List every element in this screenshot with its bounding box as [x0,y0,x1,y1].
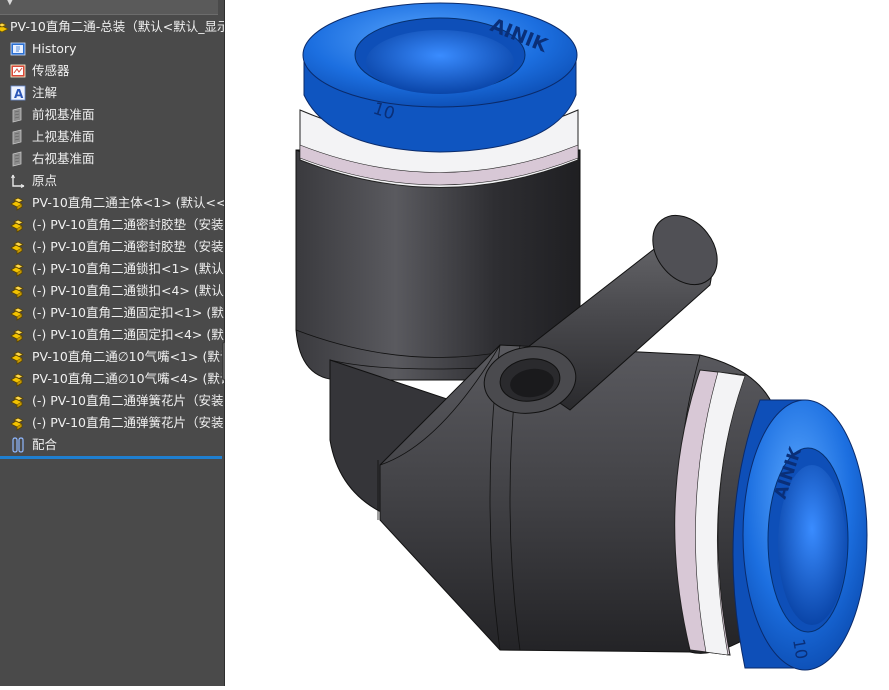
assembly-icon [0,22,9,33]
tree-item-label: (-) PV-10直角二通密封胶垫（安装后<1>） [32,217,224,232]
tree-item-label: (-) PV-10直角二通固定扣<1> (默认<<默认>_显示状态 1>) [32,305,224,320]
tree-item[interactable]: 传感器 [0,60,224,82]
tree-item[interactable]: PV-10直角二通∅10气嘴<1> (默认<<默认>_显示状态 1>) [0,346,224,368]
tree-item-label: PV-10直角二通-总装（默认<默认_显示状态-1>） [10,19,224,34]
chevron-down-icon[interactable]: ▼ [6,0,14,7]
tree-item[interactable]: History [0,38,224,60]
tree-item[interactable]: (-) PV-10直角二通锁扣<1> (默认<<默认>_显示状态 1>) [0,258,224,280]
mates-icon [12,437,24,453]
elbow-fitting-3d-model: AINIK 10 AINIK 10 [295,2,868,671]
tree-item[interactable]: (-) PV-10直角二通弹簧花片（安装后<1>） [0,390,224,412]
tree-item-label: (-) PV-10直角二通弹簧花片（安装后<1>） [32,393,224,408]
tree-item-label: 前视基准面 [32,107,95,122]
tree-item-label: 上视基准面 [32,129,95,144]
tree-item-label: (-) PV-10直角二通密封胶垫（安装后<2>） [32,239,224,254]
tree-item-label: 配合 [32,437,58,452]
part-icon [10,351,24,365]
tree-item-label: 传感器 [32,63,70,78]
tree-item[interactable]: (-) PV-10直角二通密封胶垫（安装后<2>） [0,236,224,258]
tree-item-label: 注解 [32,85,58,100]
tree-item[interactable]: 前视基准面 [0,104,224,126]
tree-item[interactable]: A 注解 [0,82,224,104]
part-icon [10,219,24,233]
feature-manager-tree-panel: ▼ PV-10直角二通-总装（默认<默认_显示状态-1>） History 传感器… [0,0,225,686]
tree-item-label: PV-10直角二通∅10气嘴<4> (默认<<默认>_显示状态 1>) [32,371,224,386]
tree-item[interactable]: 右视基准面 [0,148,224,170]
tree-item[interactable]: PV-10直角二通主体<1> (默认<<默认>_显示状态 1>) [0,192,224,214]
top-collet: AINIK 10 [302,2,578,153]
svg-text:A: A [14,87,24,101]
part-icon [10,197,24,211]
tree-item-root-assembly[interactable]: PV-10直角二通-总装（默认<默认_显示状态-1>） [0,16,224,38]
tree-item-label: History [32,41,77,56]
tree-item-label: (-) PV-10直角二通锁扣<4> (默认<<默认>_显示状态 1>) [32,283,224,298]
tree-item-label: (-) PV-10直角二通固定扣<4> (默认<<默认>_显示状态 1>) [32,327,224,342]
tree-item-label: PV-10直角二通∅10气嘴<1> (默认<<默认>_显示状态 1>) [32,349,224,364]
part-icon [10,373,24,387]
feature-tree: PV-10直角二通-总装（默认<默认_显示状态-1>） History 传感器 A注… [0,16,224,456]
tree-filter-bar[interactable]: ▼ [0,0,218,15]
tree-item-label: PV-10直角二通主体<1> (默认<<默认>_显示状态 1>) [32,195,224,210]
tree-item[interactable]: 原点 [0,170,224,192]
plane-icon [12,107,22,123]
annotation-icon: A [10,85,26,101]
size-text-side: 10 [789,637,811,660]
plane-icon [12,129,22,145]
part-icon [10,285,24,299]
tree-item[interactable]: (-) PV-10直角二通密封胶垫（安装后<1>） [0,214,224,236]
plane-icon [12,151,22,167]
graphics-viewport[interactable]: AINIK 10 AINIK 10 [225,0,889,686]
part-icon [10,395,24,409]
origin-icon [11,174,25,188]
part-icon [10,263,24,277]
part-icon [10,241,24,255]
part-icon [10,417,24,431]
tree-item[interactable]: 上视基准面 [0,126,224,148]
tree-item[interactable]: (-) PV-10直角二通固定扣<1> (默认<<默认>_显示状态 1>) [0,302,224,324]
side-collet: AINIK 10 [732,399,868,671]
tree-item[interactable]: (-) PV-10直角二通弹簧花片（安装后<2>） [0,412,224,434]
tree-item[interactable]: 配合 [0,434,224,456]
part-icon [10,307,24,321]
tree-item[interactable]: (-) PV-10直角二通固定扣<4> (默认<<默认>_显示状态 1>) [0,324,224,346]
tree-item[interactable]: (-) PV-10直角二通锁扣<4> (默认<<默认>_显示状态 1>) [0,280,224,302]
tree-item-label: (-) PV-10直角二通弹簧花片（安装后<2>） [32,415,224,430]
part-icon [10,329,24,343]
tree-item[interactable]: PV-10直角二通∅10气嘴<4> (默认<<默认>_显示状态 1>) [0,368,224,390]
sensor-icon [10,64,26,78]
tree-item-label: (-) PV-10直角二通锁扣<1> (默认<<默认>_显示状态 1>) [32,261,224,276]
history-icon [10,42,26,56]
tree-rollback-bar[interactable] [0,456,222,459]
tree-item-label: 右视基准面 [32,151,95,166]
tree-item-label: 原点 [32,173,58,188]
